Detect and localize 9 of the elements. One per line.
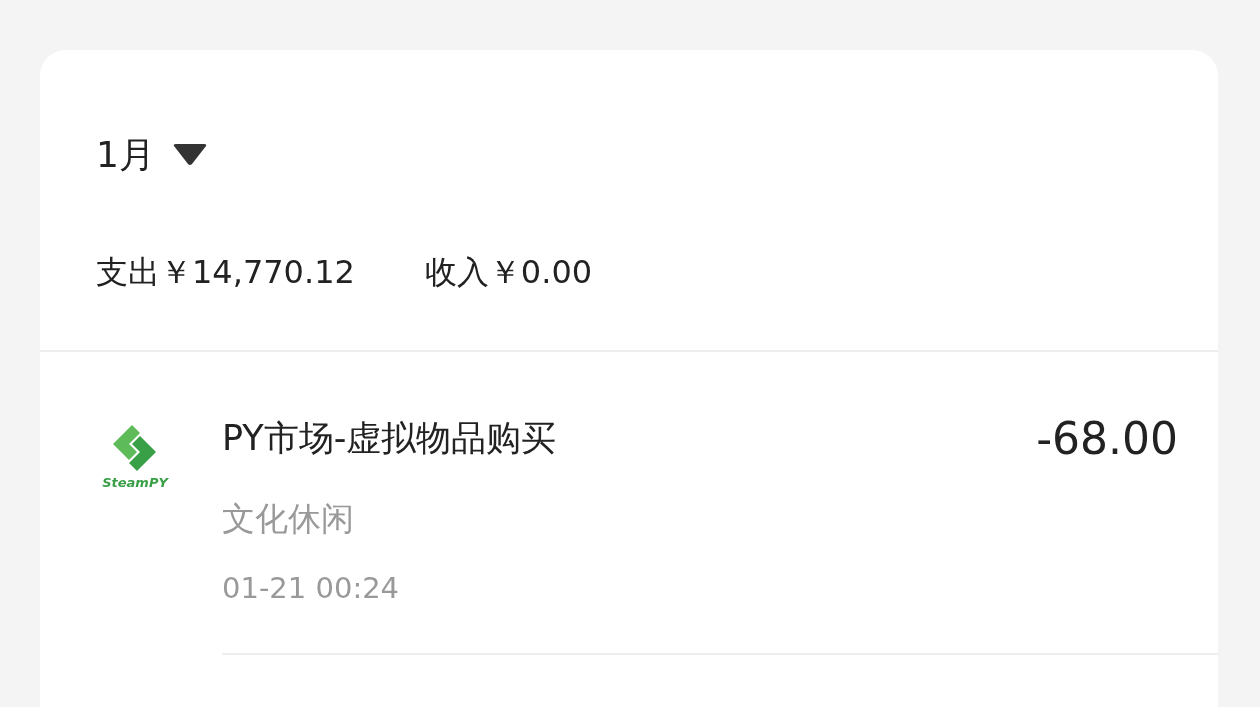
transaction-time: 01-21 00:24 [222,573,401,606]
category-label: 文化休闲 [222,501,355,538]
income-total: 收入￥0.00 [424,256,593,288]
expense-total: 支出￥14,770.12 [96,256,355,288]
transaction-amount: -68.00 [1036,417,1178,461]
month-selector[interactable]: 1月 [96,137,155,173]
logo-text: SteamPY [102,475,168,490]
dropdown-triangle-icon[interactable] [172,144,207,166]
merchant-name: PY市场-虚拟物品购买 [222,417,557,459]
